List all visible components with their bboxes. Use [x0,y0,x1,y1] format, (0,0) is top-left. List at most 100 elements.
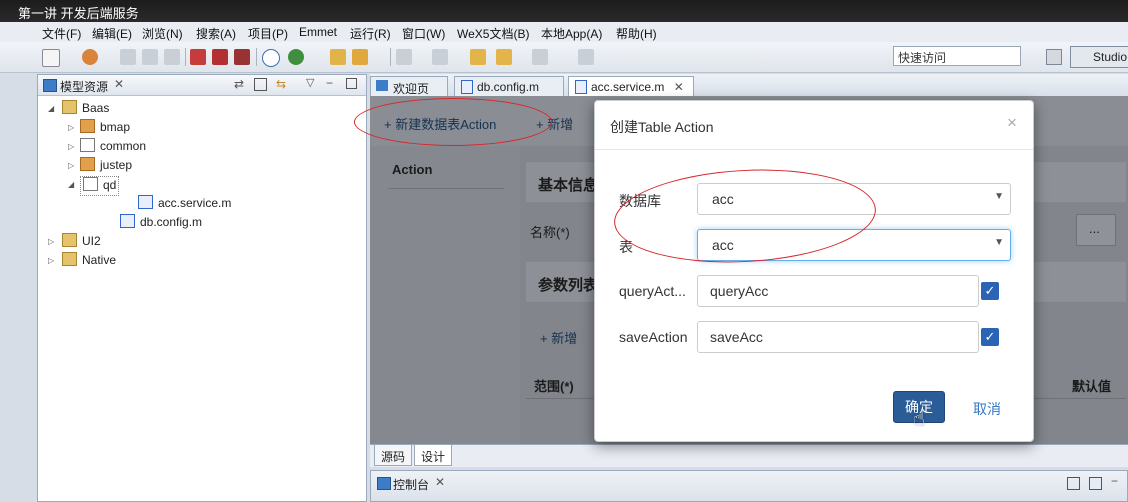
expanded-arrow-icon[interactable]: ◢ [48,104,54,113]
tree-label: Baas [82,101,110,115]
tree-item-acc-service[interactable]: acc.service.m [138,195,231,213]
close-icon[interactable]: ✕ [674,80,684,94]
divider [388,188,504,189]
query-action-input[interactable]: queryAcc [697,275,979,307]
add-param-button[interactable]: + 新增 [540,328,577,347]
welcome-icon [376,80,388,91]
menu-bar: 文件(F) 编辑(E) 浏览(N) 搜索(A) 项目(P) Emmet 运行(R… [0,22,1128,42]
model-file-icon [575,80,587,94]
tree-item-bmap[interactable]: bmap [80,119,130,137]
tree-item-qd[interactable]: qd [80,176,120,196]
pencil-icon[interactable] [352,49,368,65]
save-icon[interactable] [120,49,136,65]
tree-item-native[interactable]: Native [62,252,116,270]
tree-item-ui2[interactable]: UI2 [62,233,101,251]
package-icon [80,157,95,171]
back-icon[interactable] [496,49,512,65]
sync-icon[interactable]: ⇆ [276,77,286,91]
forward-icon[interactable] [532,49,548,65]
open-folder-icon[interactable] [330,49,346,65]
tab-welcome[interactable]: 欢迎页 [370,76,448,96]
browse-button[interactable]: ... [1076,214,1116,246]
collapsed-arrow-icon[interactable]: ▷ [48,237,54,246]
tab-design[interactable]: 设计 [414,445,453,466]
new-project-icon[interactable] [82,49,98,65]
last-edit-icon[interactable] [470,49,486,65]
menu-help[interactable]: 帮助(H) [616,25,657,42]
collapsed-arrow-icon[interactable]: ▷ [68,123,74,132]
menu-project[interactable]: 项目(P) [248,25,288,42]
collapsed-arrow-icon[interactable]: ▷ [68,161,74,170]
deploy-icon[interactable] [190,49,206,65]
tree-label: qd [103,178,117,192]
expanded-arrow-icon[interactable]: ◢ [68,180,74,189]
tab-source[interactable]: 源码 [374,445,413,466]
collapsed-arrow-icon[interactable]: ▷ [68,142,74,151]
tree-label: UI2 [82,234,101,248]
collapsed-arrow-icon[interactable]: ▷ [48,256,54,265]
pin-console-icon[interactable] [1067,477,1080,490]
save-action-input[interactable]: saveAcc [697,321,979,353]
prev-annotation-icon[interactable] [432,49,448,65]
menu-wex5-docs[interactable]: WeX5文档(B) [457,25,529,42]
menu-file[interactable]: 文件(F) [42,25,81,42]
query-action-checkbox[interactable]: ✓ [981,282,999,300]
inspect-icon[interactable] [234,49,250,65]
tree-item-baas[interactable]: Baas [62,100,109,118]
menu-search[interactable]: 搜索(A) [196,25,236,42]
pin-editor-icon[interactable] [578,49,594,65]
create-table-action-dialog: 创建Table Action × 数据库 acc ▼ 表 acc ▼ query… [594,100,1034,442]
tab-label: acc.service.m [591,80,665,94]
menu-run[interactable]: 运行(R) [350,25,391,42]
tree-item-justep[interactable]: justep [80,157,132,175]
package-icon [80,119,95,133]
tab-acc-service[interactable]: acc.service.m ✕ [568,76,694,96]
menu-emmet[interactable]: Emmet [299,25,337,39]
close-icon[interactable]: × [1007,113,1017,133]
save-all-icon[interactable] [142,49,158,65]
tree-label: acc.service.m [158,196,232,210]
perspective-studio-button[interactable]: Studio [1070,46,1128,68]
console-title: 控制台 [393,478,430,492]
menu-edit[interactable]: 编辑(E) [92,25,132,42]
cancel-button[interactable]: 取消 [973,399,1001,419]
open-perspective-icon[interactable] [1046,49,1062,65]
view-menu-icon[interactable]: ▽ [306,76,314,89]
run-icon[interactable] [262,49,280,67]
menu-navigate[interactable]: 浏览(N) [142,25,183,42]
action-list: Action [370,146,520,444]
save-action-label: saveAction [619,329,688,345]
tree-label: justep [100,158,133,172]
tab-db-config[interactable]: db.config.m [454,76,564,96]
menu-local-app[interactable]: 本地App(A) [541,25,602,42]
tree-label: bmap [100,120,131,134]
open-console-icon[interactable] [1089,477,1102,490]
hand-cursor-icon: ☝ [913,408,926,430]
minimize-icon[interactable]: − [1111,474,1118,488]
panel-header: 模型资源 ✕ ⇄ ⇆ ▽ − [38,75,366,96]
link-editor-icon[interactable]: ⇄ [234,77,244,91]
close-icon[interactable]: ✕ [435,475,445,489]
new-file-icon[interactable] [42,49,60,67]
minimize-icon[interactable]: − [326,76,333,90]
tree-item-common[interactable]: common [80,138,146,156]
menu-window[interactable]: 窗口(W) [402,25,445,42]
save-action-checkbox[interactable]: ✓ [981,328,999,346]
maximize-icon[interactable] [346,78,357,89]
collapse-all-icon[interactable] [254,78,267,91]
button-label: ... [1089,221,1100,236]
window-title-bar: 第一讲 开发后端服务 [0,0,1128,22]
bug-icon[interactable] [212,49,228,65]
chevron-down-icon: ▼ [994,191,1004,202]
print-icon[interactable] [164,49,180,65]
quick-access-input[interactable]: 快速访问 [893,46,1021,66]
next-annotation-icon[interactable] [396,49,412,65]
basic-info-title: 基本信息 [538,177,599,194]
action-list-header: Action [392,162,433,177]
range-column-header: 范围(*) [534,379,574,394]
close-icon[interactable]: ✕ [114,77,124,91]
debug-icon[interactable] [288,49,304,65]
query-action-label: queryAct... [619,283,686,299]
tree-item-db-config[interactable]: db.config.m [120,214,202,232]
window-title: 第一讲 开发后端服务 [18,6,139,21]
